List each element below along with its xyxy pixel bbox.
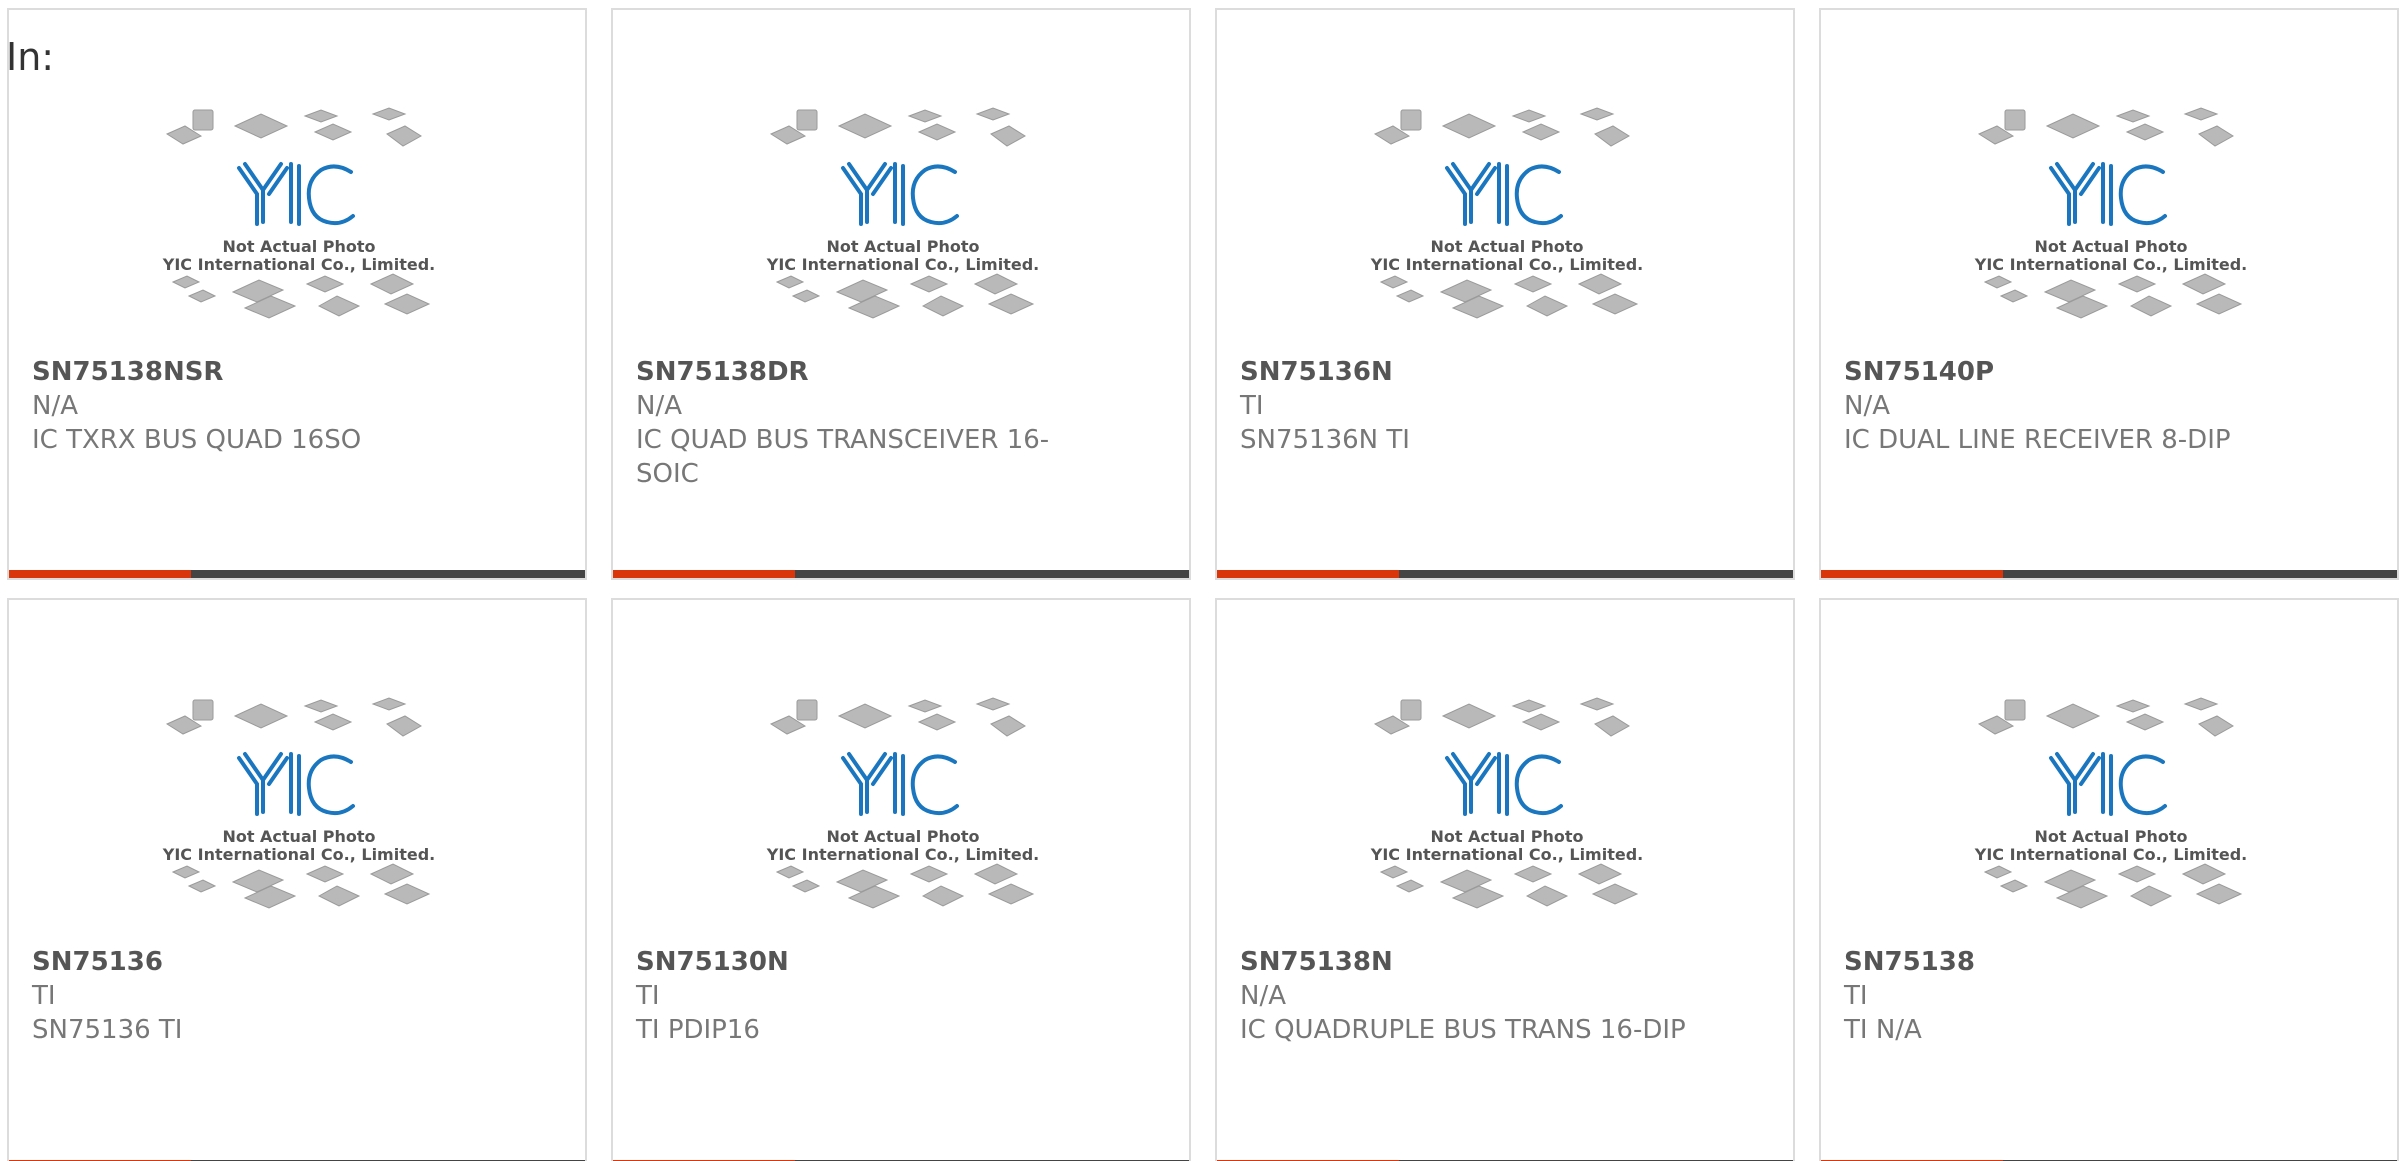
card-accent-bar — [613, 570, 1189, 578]
product-description: IC QUADRUPLE BUS TRANS 16-DIP — [1240, 1015, 1686, 1045]
not-actual-photo-image: Not Actual Photo YIC International Co., … — [1974, 107, 2247, 319]
part-number[interactable]: SN75140P — [1844, 355, 2344, 389]
part-number[interactable]: SN75130N — [636, 945, 1136, 979]
not-actual-photo-text: Not Actual Photo — [222, 827, 375, 846]
product-description: SN75136N TI — [1240, 425, 1410, 455]
product-info: SN75136 TI SN75136 TI — [32, 945, 532, 1047]
company-name-text: YIC International Co., Limited. — [766, 255, 1039, 274]
company-name-text: YIC International Co., Limited. — [1370, 845, 1643, 864]
part-number[interactable]: SN75138NSR — [32, 355, 532, 389]
not-actual-photo-image: Not Actual Photo YIC International Co., … — [1370, 107, 1643, 319]
product-description: TI PDIP16 — [636, 1015, 760, 1045]
product-info: SN75136N TI SN75136N TI — [1240, 355, 1740, 457]
part-number[interactable]: SN75136 — [32, 945, 532, 979]
not-actual-photo-text: Not Actual Photo — [1430, 237, 1583, 256]
product-photo-placeholder: Not Actual Photo YIC International Co., … — [1971, 98, 2251, 348]
part-number[interactable]: SN75138 — [1844, 945, 2344, 979]
company-name-text: YIC International Co., Limited. — [1974, 845, 2247, 864]
accent-dark-segment — [795, 570, 1189, 578]
product-info: SN75138DR N/A IC QUAD BUS TRANSCEIVER 16… — [636, 355, 1136, 491]
not-actual-photo-image: Not Actual Photo YIC International Co., … — [1370, 697, 1643, 909]
product-card[interactable]: Not Actual Photo YIC International Co., … — [1819, 8, 2399, 580]
product-results-page: In: Not Actual Photo YIC International C… — [0, 0, 2400, 1161]
product-card[interactable]: Not Actual Photo YIC International Co., … — [1215, 8, 1795, 580]
card-accent-bar — [1217, 570, 1793, 578]
product-info: SN75138 TI TI N/A — [1844, 945, 2344, 1047]
not-actual-photo-text: Not Actual Photo — [222, 237, 375, 256]
card-accent-bar — [9, 570, 585, 578]
manufacturer: N/A — [636, 391, 682, 421]
product-description: SN75136 TI — [32, 1015, 183, 1045]
not-actual-photo-image: Not Actual Photo YIC International Co., … — [766, 697, 1039, 909]
company-name-text: YIC International Co., Limited. — [1974, 255, 2247, 274]
product-photo-placeholder: Not Actual Photo YIC International Co., … — [159, 688, 439, 938]
company-name-text: YIC International Co., Limited. — [162, 845, 435, 864]
product-info: SN75130N TI TI PDIP16 — [636, 945, 1136, 1047]
product-info: SN75138N N/A IC QUADRUPLE BUS TRANS 16-D… — [1240, 945, 1740, 1047]
product-description: IC TXRX BUS QUAD 16SO — [32, 425, 362, 455]
not-actual-photo-text: Not Actual Photo — [1430, 827, 1583, 846]
not-actual-photo-text: Not Actual Photo — [826, 237, 979, 256]
product-photo-placeholder: Not Actual Photo YIC International Co., … — [159, 98, 439, 348]
company-name-text: YIC International Co., Limited. — [766, 845, 1039, 864]
product-photo-placeholder: Not Actual Photo YIC International Co., … — [1971, 688, 2251, 938]
part-number[interactable]: SN75138N — [1240, 945, 1740, 979]
product-card[interactable]: Not Actual Photo YIC International Co., … — [611, 598, 1191, 1161]
product-card[interactable]: Not Actual Photo YIC International Co., … — [611, 8, 1191, 580]
product-card[interactable]: Not Actual Photo YIC International Co., … — [1215, 598, 1795, 1161]
product-description: TI N/A — [1844, 1015, 1922, 1045]
manufacturer: N/A — [32, 391, 78, 421]
manufacturer: TI — [636, 981, 660, 1011]
product-photo-placeholder: Not Actual Photo YIC International Co., … — [1367, 98, 1647, 348]
product-grid: Not Actual Photo YIC International Co., … — [7, 8, 2399, 1161]
product-description: IC QUAD BUS TRANSCEIVER 16-SOIC — [636, 425, 1050, 489]
part-number[interactable]: SN75136N — [1240, 355, 1740, 389]
product-card[interactable]: Not Actual Photo YIC International Co., … — [7, 8, 587, 580]
accent-dark-segment — [1399, 570, 1793, 578]
not-actual-photo-text: Not Actual Photo — [2034, 827, 2187, 846]
accent-red-segment — [1217, 570, 1399, 578]
not-actual-photo-image: Not Actual Photo YIC International Co., … — [162, 697, 435, 909]
manufacturer: N/A — [1240, 981, 1286, 1011]
product-photo-placeholder: Not Actual Photo YIC International Co., … — [763, 688, 1043, 938]
manufacturer: TI — [1844, 981, 1868, 1011]
product-description: IC DUAL LINE RECEIVER 8-DIP — [1844, 425, 2231, 455]
not-actual-photo-image: Not Actual Photo YIC International Co., … — [766, 107, 1039, 319]
not-actual-photo-image: Not Actual Photo YIC International Co., … — [162, 107, 435, 319]
product-info: SN75140P N/A IC DUAL LINE RECEIVER 8-DIP — [1844, 355, 2344, 457]
in-label: In: — [6, 35, 55, 79]
accent-red-segment — [613, 570, 795, 578]
accent-red-segment — [1821, 570, 2003, 578]
product-info: SN75138NSR N/A IC TXRX BUS QUAD 16SO — [32, 355, 532, 457]
product-card[interactable]: Not Actual Photo YIC International Co., … — [1819, 598, 2399, 1161]
company-name-text: YIC International Co., Limited. — [1370, 255, 1643, 274]
accent-dark-segment — [191, 570, 585, 578]
manufacturer: TI — [1240, 391, 1264, 421]
product-card[interactable]: Not Actual Photo YIC International Co., … — [7, 598, 587, 1161]
not-actual-photo-image: Not Actual Photo YIC International Co., … — [1974, 697, 2247, 909]
accent-dark-segment — [2003, 570, 2397, 578]
part-number[interactable]: SN75138DR — [636, 355, 1136, 389]
company-name-text: YIC International Co., Limited. — [162, 255, 435, 274]
not-actual-photo-text: Not Actual Photo — [826, 827, 979, 846]
manufacturer: TI — [32, 981, 56, 1011]
not-actual-photo-text: Not Actual Photo — [2034, 237, 2187, 256]
product-photo-placeholder: Not Actual Photo YIC International Co., … — [763, 98, 1043, 348]
accent-red-segment — [9, 570, 191, 578]
manufacturer: N/A — [1844, 391, 1890, 421]
product-photo-placeholder: Not Actual Photo YIC International Co., … — [1367, 688, 1647, 938]
card-accent-bar — [1821, 570, 2397, 578]
